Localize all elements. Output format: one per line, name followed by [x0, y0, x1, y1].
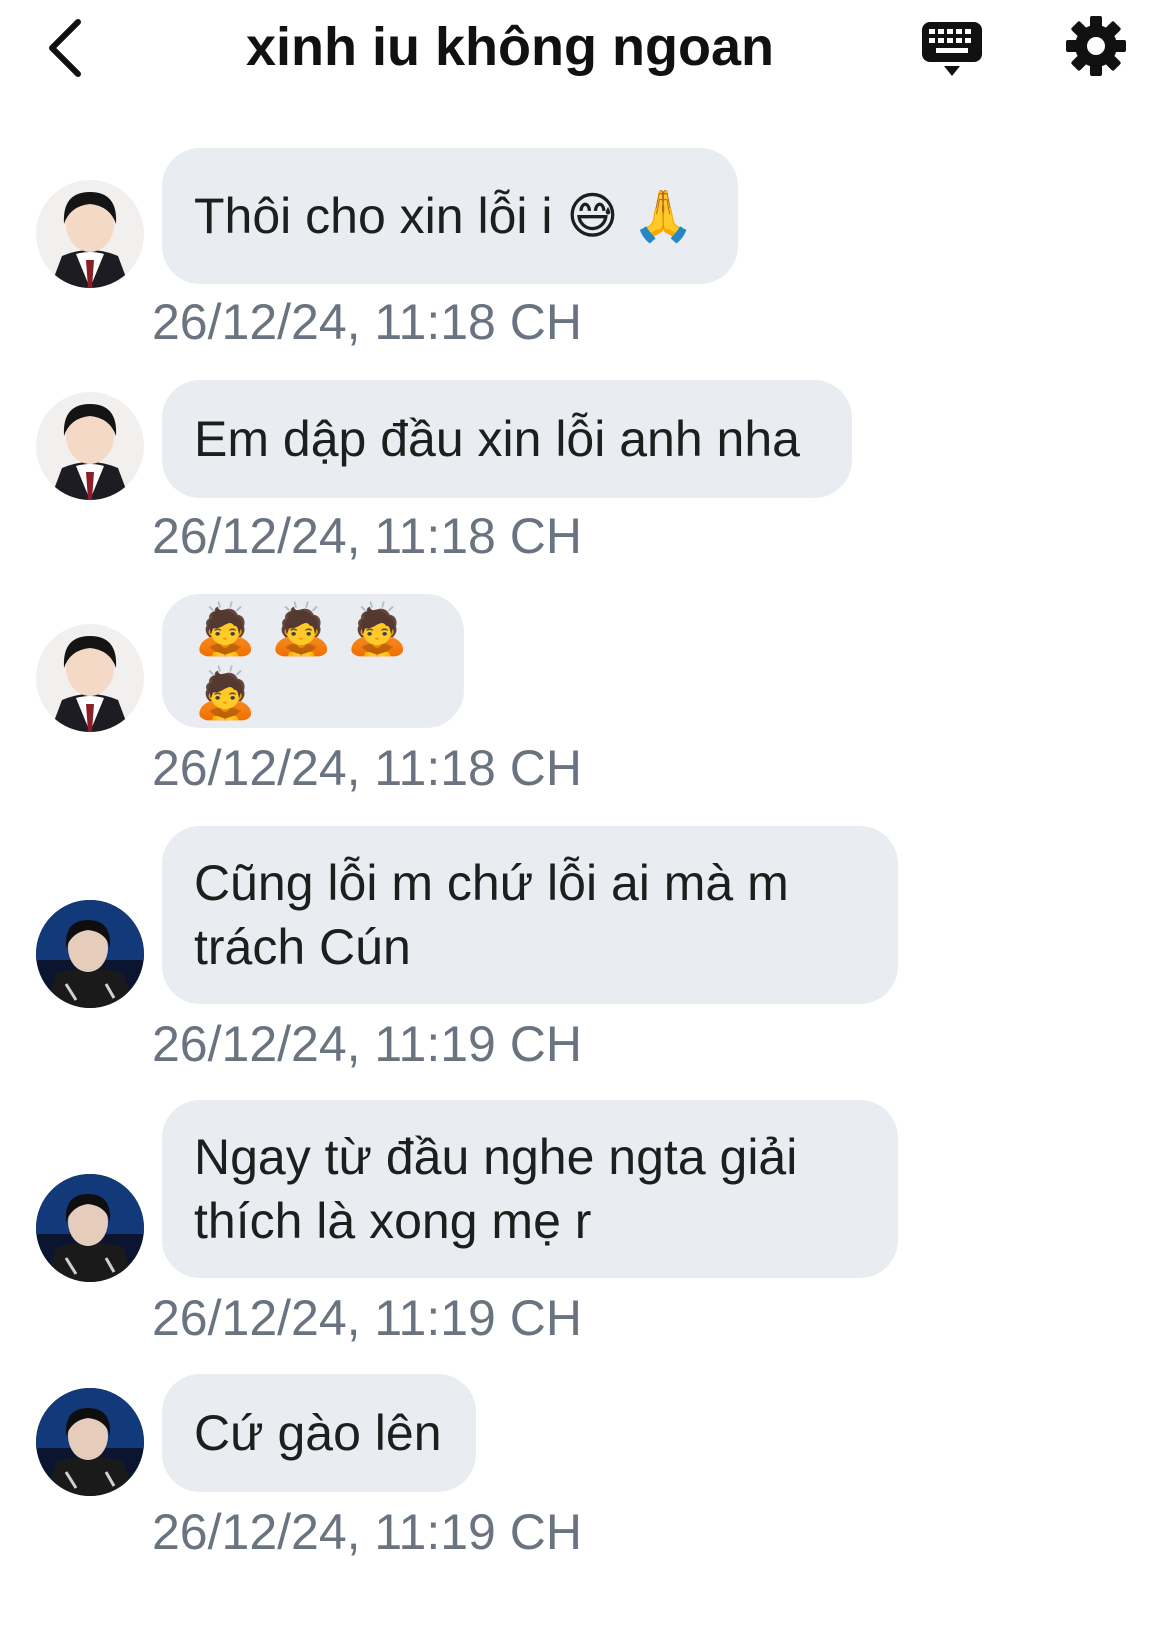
message-text: Ngay từ đầu nghe ngta giải thích là xong…: [194, 1129, 798, 1249]
avatar[interactable]: [36, 1174, 144, 1282]
keyboard-icon: [922, 22, 982, 76]
message-bubble[interactable]: Ngay từ đầu nghe ngta giải thích là xong…: [162, 1100, 898, 1278]
message-bubble[interactable]: Em dập đầu xin lỗi anh nha: [162, 380, 852, 498]
keyboard-button[interactable]: [920, 16, 984, 80]
message-timestamp: 26/12/24, 11:19 CH: [152, 1504, 582, 1560]
message-bubble[interactable]: Thôi cho xin lỗi i 😅 🙏: [162, 148, 738, 284]
message-text: Cứ gào lên: [194, 1405, 442, 1461]
avatar[interactable]: [36, 624, 144, 732]
message-bubble[interactable]: Cũng lỗi m chứ lỗi ai mà m trách Cún: [162, 826, 898, 1004]
avatar[interactable]: [36, 900, 144, 1008]
avatar[interactable]: [36, 1388, 144, 1496]
message-bubble[interactable]: Cứ gào lên: [162, 1374, 476, 1492]
message-text: 🙇 🙇 🙇 🙇: [194, 601, 409, 721]
message-timestamp: 26/12/24, 11:19 CH: [152, 1016, 582, 1072]
message-timestamp: 26/12/24, 11:18 CH: [152, 740, 582, 796]
settings-button[interactable]: [1064, 14, 1128, 78]
message-timestamp: 26/12/24, 11:18 CH: [152, 294, 582, 350]
avatar[interactable]: [36, 392, 144, 500]
message-text: Em dập đầu xin lỗi anh nha: [194, 411, 800, 467]
message-text: Cũng lỗi m chứ lỗi ai mà m trách Cún: [194, 855, 789, 975]
gear-icon: [1066, 16, 1126, 76]
message-timestamp: 26/12/24, 11:19 CH: [152, 1290, 582, 1346]
chat-title: xinh iu không ngoan: [246, 17, 774, 77]
back-button[interactable]: [40, 16, 90, 80]
message-text: Thôi cho xin lỗi i 😅 🙏: [194, 188, 695, 244]
message-bubble[interactable]: 🙇 🙇 🙇 🙇: [162, 594, 464, 728]
chevron-left-icon: [49, 19, 81, 77]
message-timestamp: 26/12/24, 11:18 CH: [152, 508, 582, 564]
avatar[interactable]: [36, 180, 144, 288]
chat-header: xinh iu không ngoan: [0, 0, 1170, 100]
